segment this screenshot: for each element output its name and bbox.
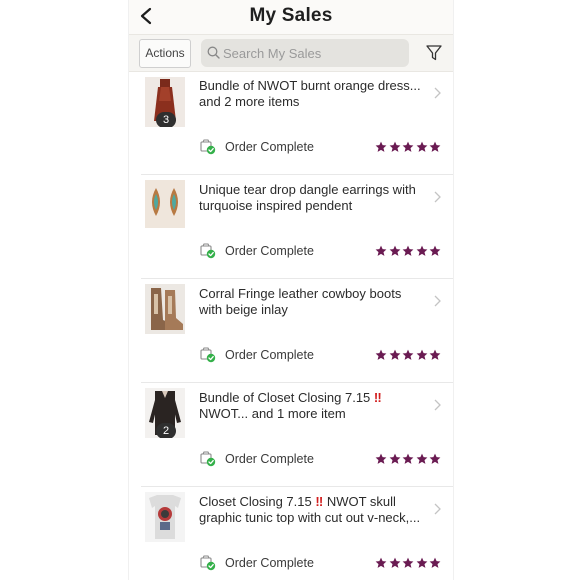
order-status: Order Complete xyxy=(225,244,314,258)
item-count-badge: 3 xyxy=(156,112,176,127)
search-icon xyxy=(207,46,220,59)
item-title: Corral Fringe leather cowboy boots with … xyxy=(199,286,402,317)
star-icon xyxy=(416,556,428,568)
order-complete-icon xyxy=(200,451,216,467)
actions-button[interactable]: Actions xyxy=(139,39,191,68)
star-icon xyxy=(402,452,414,464)
star-icon xyxy=(389,348,401,360)
sale-row[interactable]: Closet Closing 7.15 ‼ NWOT skull graphic… xyxy=(141,487,453,580)
star-icon xyxy=(389,452,401,464)
rating-stars xyxy=(375,452,441,464)
star-icon xyxy=(402,348,414,360)
item-title: Bundle of NWOT burnt orange dress... and… xyxy=(199,78,421,109)
order-status: Order Complete xyxy=(225,140,314,154)
item-title: Closet Closing 7.15 ‼ NWOT skull graphic… xyxy=(199,494,421,525)
search-bar[interactable] xyxy=(201,39,409,67)
star-icon xyxy=(402,556,414,568)
sale-row[interactable]: 3 Bundle of NWOT burnt orange dress... a… xyxy=(141,71,453,175)
rating-stars xyxy=(375,244,441,256)
star-icon xyxy=(389,556,401,568)
star-icon xyxy=(416,244,428,256)
order-complete-icon xyxy=(200,139,216,155)
sale-row[interactable]: Corral Fringe leather cowboy boots with … xyxy=(141,279,453,383)
star-icon xyxy=(429,348,441,360)
star-icon xyxy=(375,556,387,568)
chevron-right-icon xyxy=(434,503,441,515)
item-title: Bundle of Closet Closing 7.15 ‼ NWOT... … xyxy=(199,390,382,421)
item-thumbnail xyxy=(145,492,185,542)
star-icon xyxy=(375,452,387,464)
item-thumbnail xyxy=(145,284,185,334)
order-complete-icon xyxy=(200,555,216,571)
star-icon xyxy=(389,244,401,256)
star-icon xyxy=(416,452,428,464)
chevron-right-icon xyxy=(434,295,441,307)
rating-stars xyxy=(375,140,441,152)
sale-row[interactable]: 2 Bundle of Closet Closing 7.15 ‼ NWOT..… xyxy=(141,383,453,487)
star-icon xyxy=(375,140,387,152)
item-thumbnail: 2 xyxy=(145,388,185,438)
chevron-right-icon xyxy=(434,399,441,411)
star-icon xyxy=(416,140,428,152)
page-title: My Sales xyxy=(249,5,333,26)
chevron-right-icon xyxy=(434,87,441,99)
toolbar: Actions xyxy=(129,34,453,72)
order-status: Order Complete xyxy=(225,556,314,570)
star-icon xyxy=(375,348,387,360)
search-input[interactable] xyxy=(223,43,403,63)
star-icon xyxy=(402,244,414,256)
star-icon xyxy=(402,140,414,152)
star-icon xyxy=(389,140,401,152)
order-complete-icon xyxy=(200,243,216,259)
star-icon xyxy=(429,556,441,568)
star-icon xyxy=(429,140,441,152)
header: My Sales xyxy=(129,0,453,34)
filter-button[interactable] xyxy=(425,44,443,62)
star-icon xyxy=(375,244,387,256)
chevron-right-icon xyxy=(434,191,441,203)
item-thumbnail xyxy=(145,180,185,228)
star-icon xyxy=(429,244,441,256)
app-screen: My Sales Actions Search My Sales 3 Bundl… xyxy=(128,0,454,580)
star-icon xyxy=(429,452,441,464)
order-complete-icon xyxy=(200,347,216,363)
rating-stars xyxy=(375,348,441,360)
order-status: Order Complete xyxy=(225,452,314,466)
item-count-badge: 2 xyxy=(156,423,176,438)
item-thumbnail: 3 xyxy=(145,77,185,127)
order-status: Order Complete xyxy=(225,348,314,362)
star-icon xyxy=(416,348,428,360)
sale-row[interactable]: Unique tear drop dangle earrings with tu… xyxy=(141,175,453,279)
funnel-icon xyxy=(426,45,442,61)
rating-stars xyxy=(375,556,441,568)
item-title: Unique tear drop dangle earrings with tu… xyxy=(199,182,416,213)
